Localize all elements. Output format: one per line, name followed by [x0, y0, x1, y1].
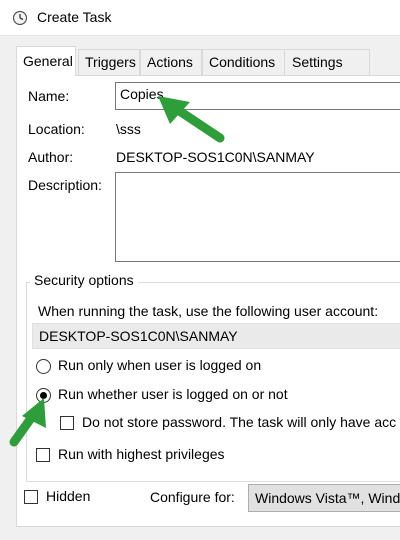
create-task-window: Create Task General Triggers Actions Con… — [0, 0, 400, 540]
hidden-label[interactable]: Hidden — [46, 488, 90, 504]
user-account-value: DESKTOP-SOS1C0N\SANMAY — [39, 328, 238, 344]
no-store-password-label[interactable]: Do not store password. The task will onl… — [82, 414, 396, 430]
task-scheduler-icon — [12, 10, 28, 26]
account-prompt: When running the task, use the following… — [38, 303, 379, 319]
highest-privileges-checkbox[interactable] — [36, 448, 50, 462]
author-label: Author: — [28, 149, 74, 165]
green-arrow-icon — [9, 398, 46, 447]
highest-privileges-label[interactable]: Run with highest privileges — [58, 446, 225, 462]
configure-for-label: Configure for: — [150, 489, 235, 505]
configure-for-value: Windows Vista™, Windo — [255, 490, 400, 506]
location-label: Location: — [28, 121, 85, 137]
location-value: \sss — [116, 121, 141, 137]
name-label: Name: — [28, 88, 70, 104]
radio-logged-on[interactable] — [36, 359, 51, 374]
hidden-checkbox[interactable] — [24, 490, 38, 504]
radio-whether-logged-on-label[interactable]: Run whether user is logged on or not — [58, 386, 288, 402]
author-value: DESKTOP-SOS1C0N\SANMAY — [116, 149, 315, 165]
green-arrow-icon — [158, 96, 225, 143]
description-label: Description: — [28, 177, 102, 193]
tab-general[interactable]: General — [16, 46, 76, 76]
no-store-password-checkbox[interactable] — [60, 416, 74, 430]
tab-settings[interactable]: Settings — [284, 49, 370, 75]
tab-triggers[interactable]: Triggers — [78, 49, 140, 75]
window-title: Create Task — [37, 9, 112, 25]
configure-for-select[interactable]: Windows Vista™, Windo — [248, 484, 400, 512]
radio-logged-on-label[interactable]: Run only when user is logged on — [58, 357, 261, 373]
tab-actions[interactable]: Actions — [140, 49, 202, 75]
user-account-field[interactable]: DESKTOP-SOS1C0N\SANMAY — [32, 323, 400, 349]
title-bar: Create Task — [0, 0, 400, 36]
description-field[interactable] — [115, 172, 400, 262]
security-options-title: Security options — [30, 272, 138, 288]
